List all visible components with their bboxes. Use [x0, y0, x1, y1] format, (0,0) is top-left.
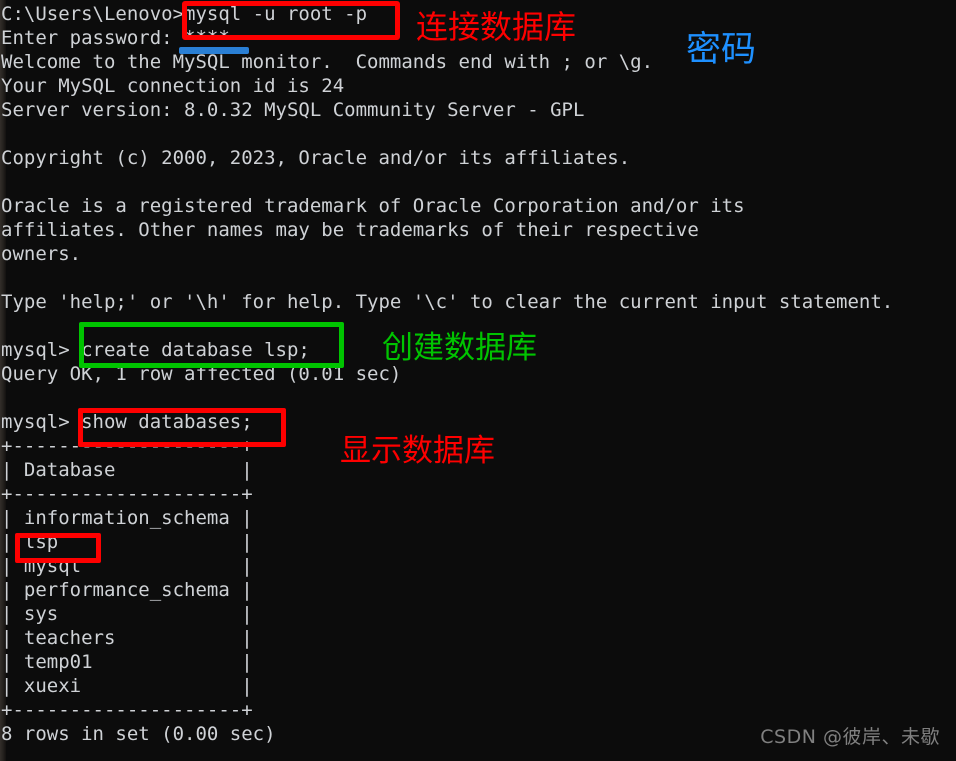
table-row: | mysql |: [1, 555, 253, 577]
annotation-label-password: 密码: [686, 30, 757, 70]
table-separator-mid: +--------------------+: [1, 483, 253, 505]
annotation-label-create-database: 创建数据库: [382, 330, 537, 366]
table-row: | temp01 |: [1, 651, 253, 673]
annotation-label-show-databases: 显示数据库: [340, 433, 495, 469]
table-separator-bottom: +--------------------+: [1, 699, 253, 721]
mysql-terminal-screenshot: C:\Users\Lenovo>mysql -u root -p Enter pa…: [0, 0, 956, 761]
table-row: | xuexi |: [1, 675, 253, 697]
table-row: | information_schema |: [1, 507, 253, 529]
highlight-underline-password: [179, 47, 249, 54]
terminal-line: Welcome to the MySQL monitor. Commands e…: [1, 51, 654, 73]
terminal-line-show-db: mysql> show databases;: [1, 411, 253, 433]
terminal-line: Type 'help;' or '\h' for help. Type '\c'…: [1, 291, 894, 313]
terminal-line: Oracle is a registered trademark of Orac…: [1, 195, 745, 217]
terminal-line: Your MySQL connection id is 24: [1, 75, 345, 97]
terminal-line: affiliates. Other names may be trademark…: [1, 219, 699, 241]
table-row: | lsp |: [1, 531, 253, 553]
terminal-line: Server version: 8.0.32 MySQL Community S…: [1, 99, 585, 121]
terminal-line: owners.: [1, 243, 82, 265]
annotation-label-connect: 连接数据库: [416, 8, 577, 46]
table-row: | sys |: [1, 603, 253, 625]
table-row: | performance_schema |: [1, 579, 253, 601]
terminal-output[interactable]: C:\Users\Lenovo>mysql -u root -p Enter pa…: [0, 0, 956, 761]
table-row: | teachers |: [1, 627, 253, 649]
csdn-watermark: CSDN @彼岸、未歇: [760, 726, 940, 748]
terminal-line: Copyright (c) 2000, 2023, Oracle and/or …: [1, 147, 631, 169]
